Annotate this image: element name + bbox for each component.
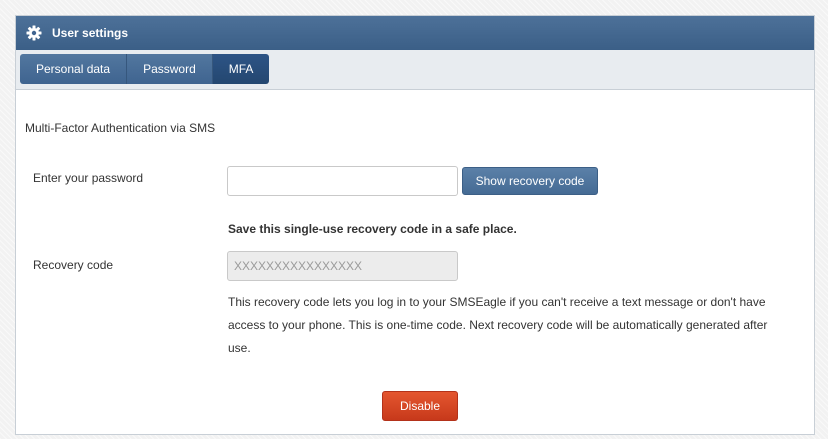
tab-personal-data[interactable]: Personal data bbox=[20, 54, 128, 84]
panel-title: User settings bbox=[52, 26, 129, 40]
panel-header: User settings bbox=[16, 16, 814, 50]
tab-password[interactable]: Password bbox=[127, 54, 213, 84]
password-label: Enter your password bbox=[33, 171, 144, 185]
gear-icon bbox=[26, 25, 42, 41]
disable-button[interactable]: Disable bbox=[382, 391, 458, 421]
recovery-help-text: This recovery code lets you log in to yo… bbox=[228, 295, 768, 355]
tab-mfa[interactable]: MFA bbox=[212, 54, 270, 84]
section-title: Multi-Factor Authentication via SMS bbox=[25, 121, 216, 135]
recovery-notice: Save this single-use recovery code in a … bbox=[228, 222, 517, 236]
recovery-code-field: XXXXXXXXXXXXXXXX bbox=[227, 251, 458, 281]
user-settings-panel: User settings Personal data Password MFA… bbox=[15, 15, 815, 435]
tab-bar: Personal data Password MFA bbox=[16, 50, 814, 90]
recovery-code-label: Recovery code bbox=[33, 258, 114, 272]
password-input[interactable] bbox=[227, 166, 458, 196]
show-recovery-code-button[interactable]: Show recovery code bbox=[462, 167, 598, 195]
